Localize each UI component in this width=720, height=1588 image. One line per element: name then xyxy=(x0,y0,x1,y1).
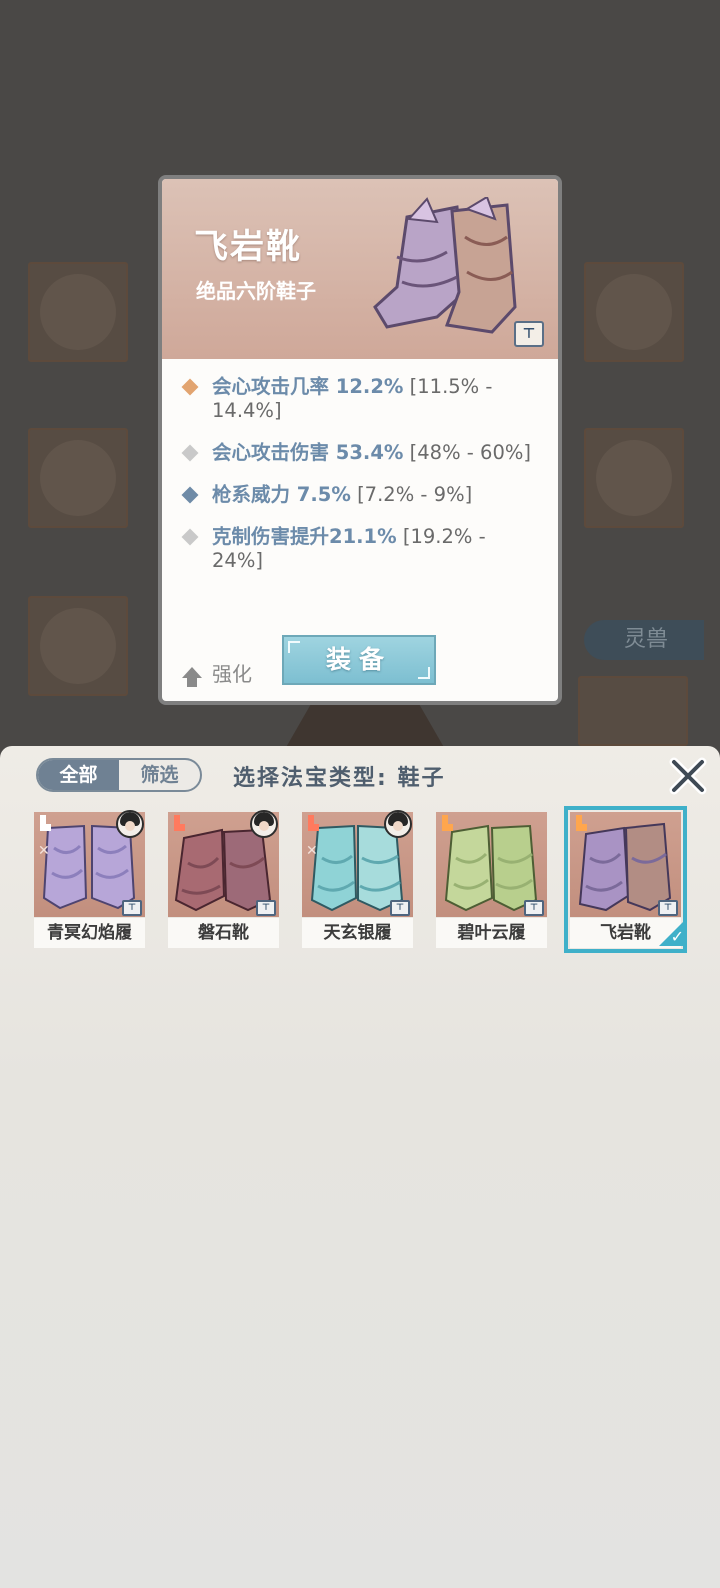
bg-equip-slot-pet xyxy=(584,262,684,362)
bg-equip-slot-extra xyxy=(578,676,688,746)
lock-icon: ⊤ xyxy=(658,900,678,916)
stat-value: 会心攻击伤害 53.4% xyxy=(212,441,404,464)
stat-value: 枪系威力 7.5% xyxy=(212,483,351,506)
diamond-bullet-icon xyxy=(181,378,199,396)
boot-type-icon xyxy=(40,815,51,831)
stat-row: 克制伤害提升21.1% [19.2% - 24%] xyxy=(180,525,540,573)
stat-value: 克制伤害提升21.1% xyxy=(212,525,397,548)
enhance-label: 强化 xyxy=(212,662,252,686)
treasure-name: 青冥幻焰履 xyxy=(34,918,145,948)
item-detail-header: 飞岩靴 绝品六阶鞋子 ⊤ xyxy=(162,179,558,359)
boot-type-icon xyxy=(308,815,319,831)
treasure-card[interactable]: ✕ ⊤ 天玄银履 xyxy=(302,810,413,948)
equip-button[interactable]: 装备 xyxy=(282,635,436,685)
stat-range: [7.2% - 9%] xyxy=(357,483,473,506)
treasure-name: 天玄银履 xyxy=(302,918,413,948)
treasure-card[interactable]: ⊤ 碧叶云履 xyxy=(436,812,547,948)
boots-art-icon xyxy=(373,197,517,334)
bg-equip-slot-boots xyxy=(28,596,128,696)
bg-equip-slot-weapon xyxy=(28,262,128,362)
stat-row: 会心攻击伤害 53.4% [48% - 60%] xyxy=(180,441,540,465)
character-avatar-icon xyxy=(250,810,278,838)
treasure-card[interactable]: ⊤ 磐石靴 xyxy=(168,810,279,948)
treasure-name: 磐石靴 xyxy=(168,918,279,948)
diamond-bullet-icon xyxy=(181,528,199,546)
upgrade-arrow-icon xyxy=(182,667,202,687)
item-grade: 绝品六阶鞋子 xyxy=(196,279,316,303)
character-avatar-icon xyxy=(384,810,412,838)
close-icon[interactable] xyxy=(668,756,708,796)
stat-row: 枪系威力 7.5% [7.2% - 9%] xyxy=(180,483,540,507)
bg-side-tag: 灵兽 xyxy=(584,620,704,660)
lock-icon: ⊤ xyxy=(256,900,276,916)
rune-mark-icon: ✕ xyxy=(306,843,318,859)
diamond-bullet-icon xyxy=(181,444,199,462)
lock-icon: ⊤ xyxy=(122,900,142,916)
diamond-bullet-icon xyxy=(181,486,199,504)
lock-icon: ⊤ xyxy=(524,900,544,916)
tab-filter[interactable]: 筛选 xyxy=(119,760,200,790)
stat-value: 会心攻击几率 12.2% xyxy=(212,375,404,398)
stat-row: 会心攻击几率 12.2% [11.5% - 14.4%] xyxy=(180,375,540,423)
bg-equip-slot-armor xyxy=(28,428,128,528)
treasure-card-selected[interactable]: ⊤ 飞岩靴 xyxy=(564,806,687,953)
character-avatar-icon xyxy=(116,810,144,838)
boot-type-icon xyxy=(442,815,453,831)
filter-toggle: 全部 筛选 xyxy=(36,758,202,792)
treasure-list: ✕ ⊤ 青冥幻焰履 ⊤ 磐石靴 ✕ ⊤ 天玄银履 ⊤ 碧叶云履 ⊤ 飞岩靴 ✓ xyxy=(34,806,704,953)
stat-range: [48% - 60%] xyxy=(409,441,531,464)
item-name: 飞岩靴 xyxy=(194,227,302,267)
lock-icon[interactable]: ⊤ xyxy=(514,321,544,347)
treasure-name: 碧叶云履 xyxy=(436,918,547,948)
bg-equip-slot-orb xyxy=(584,428,684,528)
tab-all[interactable]: 全部 xyxy=(38,760,119,790)
selector-title: 选择法宝类型: 鞋子 xyxy=(233,766,446,791)
treasure-selector-panel: 全部 筛选 选择法宝类型: 鞋子 ✕ ⊤ 青冥幻焰履 ⊤ 磐石靴 ✕ ⊤ 天玄银… xyxy=(0,746,720,1588)
enhance-button[interactable]: 强化 xyxy=(182,658,252,687)
boot-type-icon xyxy=(576,815,587,831)
treasure-card[interactable]: ✕ ⊤ 青冥幻焰履 xyxy=(34,810,145,948)
lock-icon: ⊤ xyxy=(390,900,410,916)
item-stats-list: 会心攻击几率 12.2% [11.5% - 14.4%] 会心攻击伤害 53.4… xyxy=(162,359,558,573)
boot-type-icon xyxy=(174,815,185,831)
item-detail-popup: 飞岩靴 绝品六阶鞋子 ⊤ 会心攻击几率 12.2% [11.5% - 14.4%… xyxy=(158,175,562,705)
rune-mark-icon: ✕ xyxy=(38,843,50,859)
